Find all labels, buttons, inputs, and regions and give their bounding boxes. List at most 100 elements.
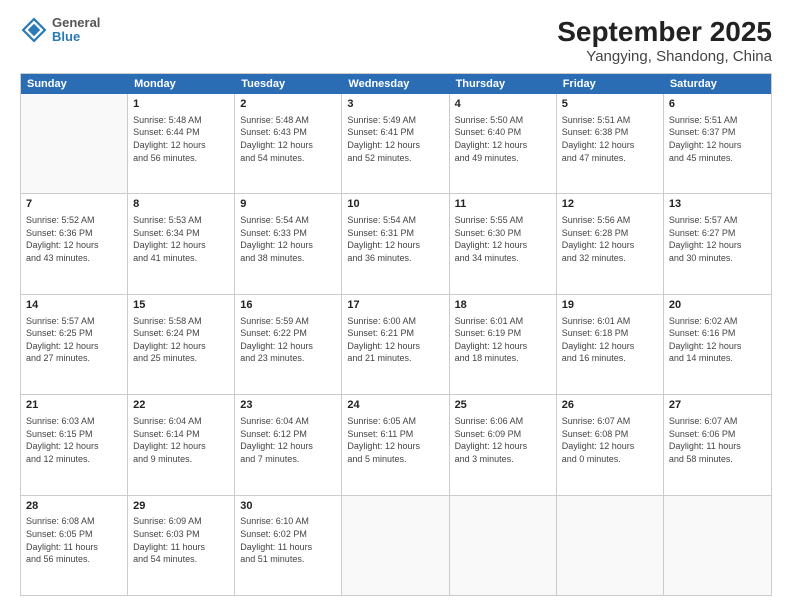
day-info: Sunrise: 6:03 AMSunset: 6:15 PMDaylight:… <box>26 415 122 465</box>
day-info: Sunrise: 6:04 AMSunset: 6:14 PMDaylight:… <box>133 415 229 465</box>
day-info: Sunrise: 6:05 AMSunset: 6:11 PMDaylight:… <box>347 415 443 465</box>
day-number: 12 <box>562 197 658 212</box>
day-number: 29 <box>133 499 229 514</box>
day-info: Sunrise: 5:51 AMSunset: 6:37 PMDaylight:… <box>669 114 766 164</box>
cal-cell: 18 Sunrise: 6:01 AMSunset: 6:19 PMDayligh… <box>450 295 557 394</box>
day-number: 16 <box>240 298 336 313</box>
day-number: 18 <box>455 298 551 313</box>
cal-cell: 17 Sunrise: 6:00 AMSunset: 6:21 PMDayligh… <box>342 295 449 394</box>
day-number: 24 <box>347 398 443 413</box>
cal-cell: 10 Sunrise: 5:54 AMSunset: 6:31 PMDayligh… <box>342 194 449 293</box>
day-number: 4 <box>455 97 551 112</box>
header-day-tuesday: Tuesday <box>235 74 342 94</box>
header-day-sunday: Sunday <box>21 74 128 94</box>
day-number: 25 <box>455 398 551 413</box>
week-row-1: 1Sunrise: 5:48 AMSunset: 6:44 PMDaylight… <box>21 94 771 193</box>
cal-cell: 19 Sunrise: 6:01 AMSunset: 6:18 PMDayligh… <box>557 295 664 394</box>
day-info: Sunrise: 5:51 AMSunset: 6:38 PMDaylight:… <box>562 114 658 164</box>
day-number: 6 <box>669 97 766 112</box>
day-number: 17 <box>347 298 443 313</box>
day-number: 30 <box>240 499 336 514</box>
day-number: 1 <box>133 97 229 112</box>
header-day-monday: Monday <box>128 74 235 94</box>
cal-cell: 16 Sunrise: 5:59 AMSunset: 6:22 PMDayligh… <box>235 295 342 394</box>
logo-line2: Blue <box>52 30 100 44</box>
day-info: Sunrise: 5:57 AMSunset: 6:25 PMDaylight:… <box>26 315 122 365</box>
day-info: Sunrise: 5:53 AMSunset: 6:34 PMDaylight:… <box>133 214 229 264</box>
day-number: 20 <box>669 298 766 313</box>
day-info: Sunrise: 5:59 AMSunset: 6:22 PMDaylight:… <box>240 315 336 365</box>
day-number: 27 <box>669 398 766 413</box>
logo-text: General Blue <box>52 16 100 45</box>
header: General Blue September 2025 Yangying, Sh… <box>20 16 772 65</box>
cal-cell: 21 Sunrise: 6:03 AMSunset: 6:15 PMDayligh… <box>21 395 128 494</box>
day-info: Sunrise: 6:07 AMSunset: 6:08 PMDaylight:… <box>562 415 658 465</box>
day-info: Sunrise: 5:58 AMSunset: 6:24 PMDaylight:… <box>133 315 229 365</box>
day-info: Sunrise: 5:49 AMSunset: 6:41 PMDaylight:… <box>347 114 443 164</box>
day-info: Sunrise: 5:57 AMSunset: 6:27 PMDaylight:… <box>669 214 766 264</box>
day-number: 8 <box>133 197 229 212</box>
day-info: Sunrise: 5:54 AMSunset: 6:33 PMDaylight:… <box>240 214 336 264</box>
day-info: Sunrise: 6:04 AMSunset: 6:12 PMDaylight:… <box>240 415 336 465</box>
logo-icon <box>20 16 48 44</box>
day-number: 9 <box>240 197 336 212</box>
day-info: Sunrise: 6:10 AMSunset: 6:02 PMDaylight:… <box>240 515 336 565</box>
day-info: Sunrise: 5:56 AMSunset: 6:28 PMDaylight:… <box>562 214 658 264</box>
header-day-friday: Friday <box>557 74 664 94</box>
cal-cell: 5 Sunrise: 5:51 AMSunset: 6:38 PMDaylight… <box>557 94 664 193</box>
day-info: Sunrise: 6:00 AMSunset: 6:21 PMDaylight:… <box>347 315 443 365</box>
day-info: Sunrise: 6:07 AMSunset: 6:06 PMDaylight:… <box>669 415 766 465</box>
cal-cell: 2 Sunrise: 5:48 AMSunset: 6:43 PMDaylight… <box>235 94 342 193</box>
calendar: SundayMondayTuesdayWednesdayThursdayFrid… <box>20 73 772 596</box>
cal-cell: 6 Sunrise: 5:51 AMSunset: 6:37 PMDaylight… <box>664 94 771 193</box>
page: General Blue September 2025 Yangying, Sh… <box>0 0 792 612</box>
cal-cell: 30Sunrise: 6:10 AMSunset: 6:02 PMDayligh… <box>235 496 342 595</box>
day-number: 7 <box>26 197 122 212</box>
cal-cell: 3 Sunrise: 5:49 AMSunset: 6:41 PMDaylight… <box>342 94 449 193</box>
title-block: September 2025 Yangying, Shandong, China <box>557 16 772 65</box>
day-info: Sunrise: 5:48 AMSunset: 6:43 PMDaylight:… <box>240 114 336 164</box>
day-number: 21 <box>26 398 122 413</box>
day-info: Sunrise: 5:50 AMSunset: 6:40 PMDaylight:… <box>455 114 551 164</box>
day-info: Sunrise: 5:55 AMSunset: 6:30 PMDaylight:… <box>455 214 551 264</box>
day-number: 15 <box>133 298 229 313</box>
cal-cell: 8 Sunrise: 5:53 AMSunset: 6:34 PMDaylight… <box>128 194 235 293</box>
cal-cell: 28Sunrise: 6:08 AMSunset: 6:05 PMDayligh… <box>21 496 128 595</box>
day-info: Sunrise: 6:01 AMSunset: 6:18 PMDaylight:… <box>562 315 658 365</box>
cal-cell: 29Sunrise: 6:09 AMSunset: 6:03 PMDayligh… <box>128 496 235 595</box>
day-info: Sunrise: 5:52 AMSunset: 6:36 PMDaylight:… <box>26 214 122 264</box>
cal-cell <box>450 496 557 595</box>
day-number: 22 <box>133 398 229 413</box>
cal-cell: 27 Sunrise: 6:07 AMSunset: 6:06 PMDayligh… <box>664 395 771 494</box>
calendar-body: 1Sunrise: 5:48 AMSunset: 6:44 PMDaylight… <box>21 94 771 595</box>
header-day-wednesday: Wednesday <box>342 74 449 94</box>
day-info: Sunrise: 6:01 AMSunset: 6:19 PMDaylight:… <box>455 315 551 365</box>
calendar-subtitle: Yangying, Shandong, China <box>557 48 772 65</box>
cal-cell: 23Sunrise: 6:04 AMSunset: 6:12 PMDayligh… <box>235 395 342 494</box>
cal-cell <box>664 496 771 595</box>
cal-cell: 4 Sunrise: 5:50 AMSunset: 6:40 PMDaylight… <box>450 94 557 193</box>
cal-cell: 12 Sunrise: 5:56 AMSunset: 6:28 PMDayligh… <box>557 194 664 293</box>
day-number: 26 <box>562 398 658 413</box>
week-row-4: 21 Sunrise: 6:03 AMSunset: 6:15 PMDayligh… <box>21 394 771 494</box>
day-number: 2 <box>240 97 336 112</box>
header-day-saturday: Saturday <box>664 74 771 94</box>
day-info: Sunrise: 6:09 AMSunset: 6:03 PMDaylight:… <box>133 515 229 565</box>
day-number: 14 <box>26 298 122 313</box>
day-number: 5 <box>562 97 658 112</box>
cal-cell: 15 Sunrise: 5:58 AMSunset: 6:24 PMDayligh… <box>128 295 235 394</box>
day-info: Sunrise: 6:02 AMSunset: 6:16 PMDaylight:… <box>669 315 766 365</box>
day-info: Sunrise: 5:54 AMSunset: 6:31 PMDaylight:… <box>347 214 443 264</box>
cal-cell: 11Sunrise: 5:55 AMSunset: 6:30 PMDayligh… <box>450 194 557 293</box>
day-number: 3 <box>347 97 443 112</box>
day-number: 19 <box>562 298 658 313</box>
week-row-3: 14 Sunrise: 5:57 AMSunset: 6:25 PMDayligh… <box>21 294 771 394</box>
header-day-thursday: Thursday <box>450 74 557 94</box>
day-number: 13 <box>669 197 766 212</box>
logo: General Blue <box>20 16 100 45</box>
cal-cell: 24 Sunrise: 6:05 AMSunset: 6:11 PMDayligh… <box>342 395 449 494</box>
day-number: 10 <box>347 197 443 212</box>
week-row-5: 28Sunrise: 6:08 AMSunset: 6:05 PMDayligh… <box>21 495 771 595</box>
calendar-title: September 2025 <box>557 16 772 48</box>
cal-cell: 20 Sunrise: 6:02 AMSunset: 6:16 PMDayligh… <box>664 295 771 394</box>
